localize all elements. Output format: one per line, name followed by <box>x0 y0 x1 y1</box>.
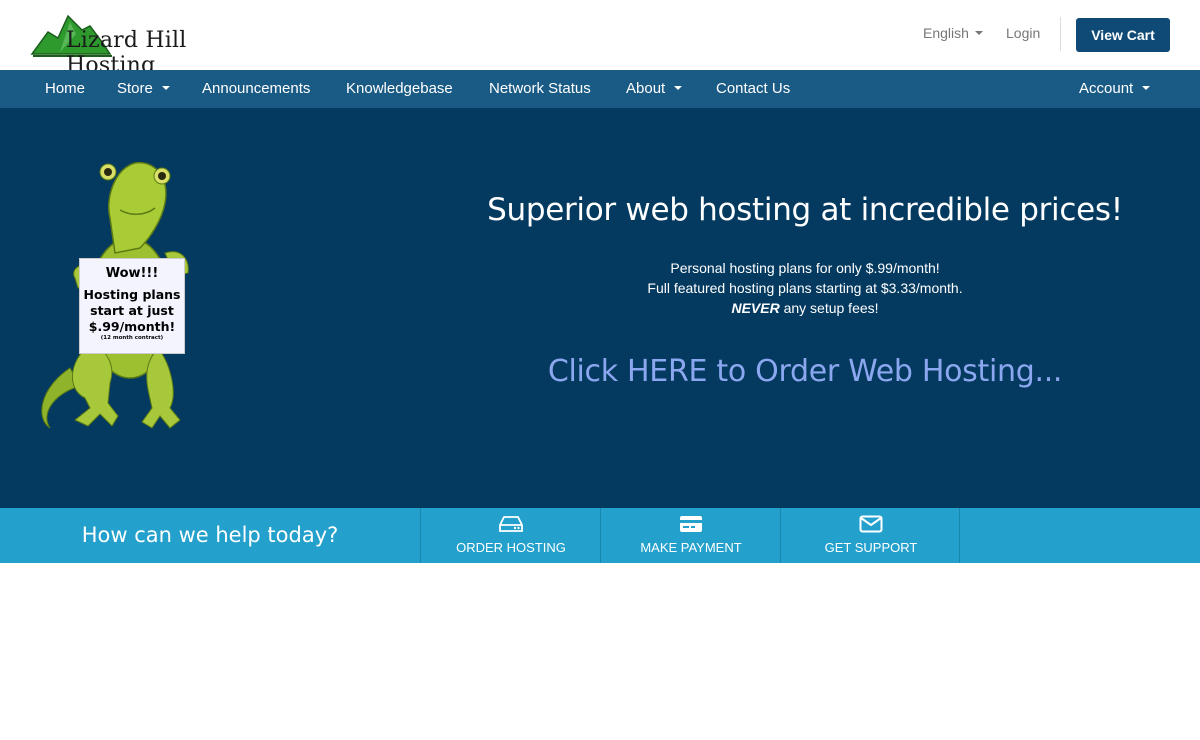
server-icon <box>499 516 523 532</box>
nav-item-label: About <box>626 80 666 97</box>
nav-item-label: Store <box>117 80 153 97</box>
hero-description: Personal hosting plans for only $.99/mon… <box>440 258 1170 318</box>
nav-item-label: Network Status <box>489 80 591 97</box>
hero-title: Superior web hosting at incredible price… <box>487 192 1123 228</box>
nav-item-label: Contact Us <box>716 80 791 97</box>
nav-item-label: Knowledgebase <box>346 80 453 97</box>
chevron-down-icon <box>161 86 170 91</box>
hero-line-rest: any setup fees! <box>779 300 879 316</box>
credit-card-icon <box>680 516 702 532</box>
order-hosting-cta-link[interactable]: Click HERE to Order Web Hosting... <box>440 354 1170 389</box>
nav-item-contact-us[interactable]: Contact Us <box>716 70 790 108</box>
site-logo[interactable]: Lizard Hill Hosting <box>30 12 270 78</box>
view-cart-button[interactable]: View Cart <box>1076 18 1170 52</box>
help-bar-divider <box>959 508 960 563</box>
hero-line: Personal hosting plans for only $.99/mon… <box>670 260 940 276</box>
help-button-label: ORDER HOSTING <box>456 540 566 555</box>
get-support-button[interactable]: GET SUPPORT <box>780 508 960 563</box>
hero-line-emphasis: NEVER <box>731 300 780 316</box>
header-divider <box>1060 17 1061 51</box>
chevron-down-icon <box>974 31 983 36</box>
chevron-down-icon <box>674 86 683 91</box>
sign-line: Hosting plans <box>83 287 181 302</box>
main-navbar: Home Store Announcements Knowledgebase N… <box>0 70 1200 108</box>
nav-item-label: Announcements <box>202 80 311 97</box>
help-button-label: GET SUPPORT <box>824 540 918 555</box>
sign-line: start at just <box>90 303 174 318</box>
nav-item-knowledgebase[interactable]: Knowledgebase <box>346 70 453 108</box>
nav-item-label: Account <box>1079 80 1134 97</box>
site-header: Lizard Hill Hosting English Login View C… <box>0 0 1200 78</box>
hero-banner: Wow!!! Hosting plans start at just $.99/… <box>0 108 1200 508</box>
nav-item-label: Home <box>45 80 86 97</box>
nav-item-announcements[interactable]: Announcements <box>202 70 310 108</box>
nav-item-about[interactable]: About <box>626 70 683 108</box>
nav-item-network-status[interactable]: Network Status <box>489 70 591 108</box>
promo-sign: Wow!!! Hosting plans start at just $.99/… <box>79 258 185 354</box>
sign-line: $.99/month! <box>88 319 176 334</box>
make-payment-button[interactable]: MAKE PAYMENT <box>600 508 780 563</box>
sign-contract-note: (12 month contract) <box>100 335 164 341</box>
nav-item-account[interactable]: Account <box>1079 70 1151 108</box>
help-title: How can we help today? <box>81 523 339 547</box>
envelope-icon <box>859 515 883 533</box>
order-hosting-button[interactable]: ORDER HOSTING <box>420 508 600 563</box>
language-label: English <box>923 25 969 41</box>
language-dropdown[interactable]: English <box>923 25 983 41</box>
help-button-label: MAKE PAYMENT <box>640 540 742 555</box>
login-link[interactable]: Login <box>1006 25 1040 41</box>
nav-item-home[interactable]: Home <box>45 70 85 108</box>
sign-line: Wow!!! <box>105 266 159 281</box>
chevron-down-icon <box>1142 86 1151 91</box>
hero-line: NEVER any setup fees! <box>440 298 1170 318</box>
nav-item-store[interactable]: Store <box>117 70 170 108</box>
hero-line: Full featured hosting plans starting at … <box>647 280 963 296</box>
help-bar: How can we help today? ORDER HOSTING MAK… <box>0 508 1200 563</box>
